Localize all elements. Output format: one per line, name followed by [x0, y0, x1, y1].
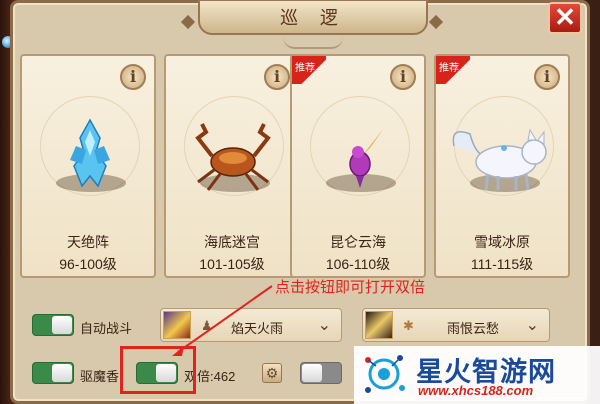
dungeon-card-2[interactable]: i 海底迷宫 101-105级 [164, 54, 300, 278]
info-icon[interactable]: i [390, 64, 416, 90]
watermark: 星火智游网 www.xhcs188.com [354, 346, 600, 404]
toggle-knob [52, 364, 72, 382]
title-deco-right [428, 14, 444, 30]
ice-crystal-icon [70, 118, 110, 188]
card-name: 雪域冰原 [474, 234, 530, 250]
claw-skill-icon [365, 311, 393, 339]
hint-text: 点击按钮即可打开双倍 [275, 278, 426, 296]
recommend-badge: 推荐 [436, 56, 470, 84]
chevron-down-icon: ⌄ [317, 317, 331, 334]
scroll-ornament [283, 37, 343, 49]
repel-label: 驱魔香 [80, 369, 120, 384]
card-name: 海底迷宫 [204, 234, 260, 250]
title-deco-left [180, 14, 196, 30]
crab-icon [195, 123, 271, 191]
watermark-url: www.xhcs188.com [418, 383, 534, 398]
card-level: 106-110级 [325, 256, 391, 272]
title-plate: 巡 逻 [198, 0, 428, 35]
card-level: 96-100级 [59, 256, 117, 272]
person-icon: ♟ [201, 318, 213, 333]
skill-name: 焰天火雨 [231, 321, 284, 336]
highlight-box [120, 346, 196, 394]
dungeon-card-4[interactable]: 推荐 i 雪域冰原 111-115级 [434, 54, 570, 278]
close-button[interactable]: ✕ [548, 2, 582, 34]
skill-select-2[interactable]: ✱ 雨恨云愁 ⌄ [362, 308, 550, 342]
snow-fox-icon [452, 128, 547, 191]
third-toggle[interactable] [300, 362, 342, 384]
card-level: 101-105级 [199, 256, 265, 272]
recommend-badge: 推荐 [292, 56, 326, 84]
info-icon[interactable]: i [264, 64, 290, 90]
panel-title: 巡 逻 [280, 8, 346, 29]
dungeon-card-1[interactable]: i 天绝阵 96-100级 [20, 54, 156, 278]
toggle-knob [302, 364, 322, 382]
bird-icon [336, 126, 384, 188]
watermark-logo-icon [365, 355, 405, 393]
chevron-down-icon: ⌄ [525, 317, 539, 334]
card-name: 昆仑云海 [330, 234, 386, 250]
skill-name: 雨恨云愁 [447, 321, 500, 336]
auto-battle-label: 自动战斗 [80, 321, 133, 336]
info-icon[interactable]: i [534, 64, 560, 90]
info-icon[interactable]: i [120, 64, 146, 90]
card-level: 111-115级 [470, 256, 534, 272]
gear-icon[interactable]: ⚙ [262, 363, 282, 383]
toggle-knob [52, 316, 72, 334]
auto-battle-toggle[interactable] [32, 314, 74, 336]
card-name: 天绝阵 [67, 234, 109, 250]
repel-toggle[interactable] [32, 362, 74, 384]
skill-select-1[interactable]: ♟ 焰天火雨 ⌄ [160, 308, 342, 342]
paw-icon: ✱ [403, 318, 414, 333]
dungeon-card-3[interactable]: 推荐 i 昆仑云海 106-110级 [290, 54, 426, 278]
fire-skill-icon [163, 311, 191, 339]
